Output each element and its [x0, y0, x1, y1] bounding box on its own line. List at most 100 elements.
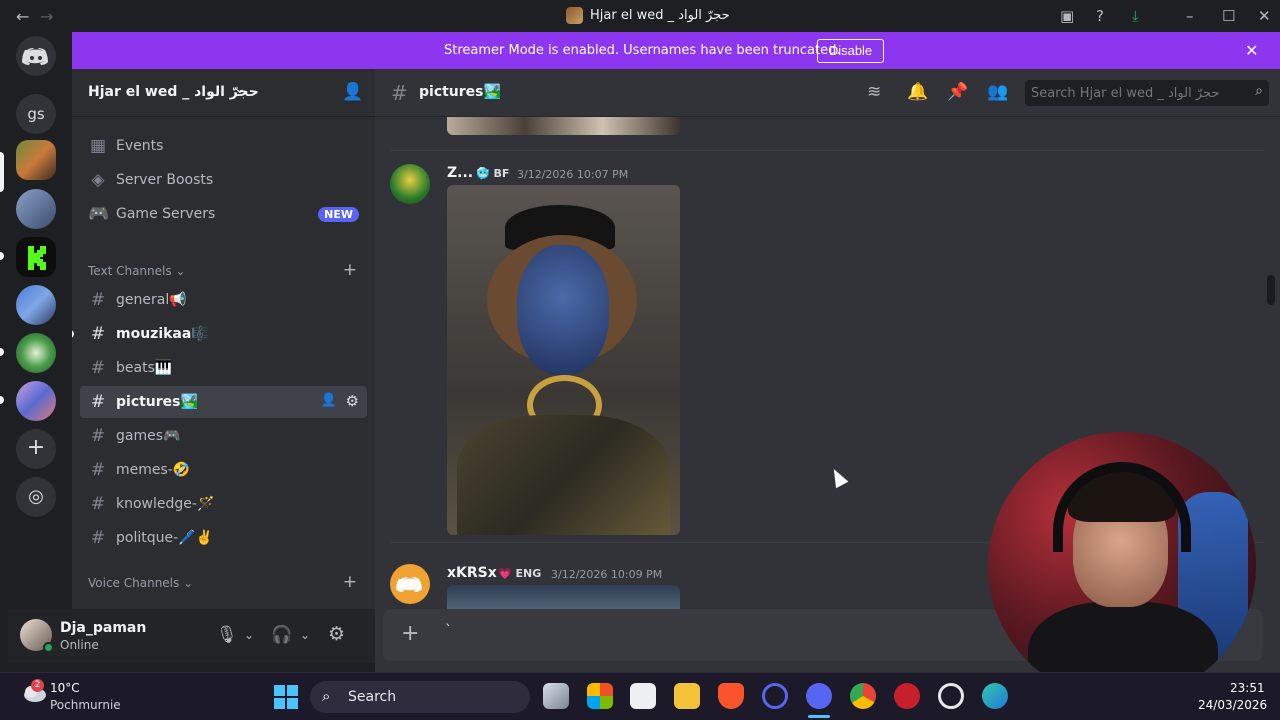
task-view-icon[interactable] — [543, 683, 569, 709]
pin-icon[interactable]: 📌 — [947, 82, 968, 102]
back-arrow-icon[interactable]: ← — [16, 7, 29, 26]
weather-description: Pochmurnie — [50, 698, 121, 712]
channel-title: pictures🏞️ — [419, 84, 501, 100]
weather-badge: 2 — [31, 679, 44, 692]
server-kick[interactable] — [16, 237, 56, 277]
server-header[interactable]: Hjar el wed _ حجرّ الواد ⌄ 👤 — [72, 69, 375, 117]
server-hjar-el-wed[interactable] — [16, 140, 56, 180]
sidebar-item-events[interactable]: ▦ Events — [80, 130, 367, 162]
chevron-down-icon[interactable]: ⌄ — [244, 628, 254, 642]
threads-icon[interactable]: ≋ — [867, 82, 881, 102]
add-channel-icon[interactable]: + — [343, 260, 357, 280]
add-voice-channel-icon[interactable]: + — [343, 572, 357, 592]
message-author[interactable]: xKRSx — [447, 565, 497, 581]
clock-time[interactable]: 23:51 — [1230, 681, 1265, 695]
channel-politque[interactable]: # politque-🖊️✌️ — [80, 522, 367, 554]
server-icon-6[interactable] — [16, 381, 56, 421]
unread-pill — [0, 348, 4, 356]
sidebar-item-game-servers[interactable]: 🎮 Game Servers NEW — [80, 198, 367, 230]
avatar[interactable] — [390, 164, 430, 204]
inbox-icon[interactable]: ▣ — [1060, 7, 1074, 25]
hash-icon: # — [90, 290, 106, 310]
help-icon[interactable]: ? — [1096, 7, 1104, 25]
channel-general[interactable]: # general📢 — [80, 284, 367, 316]
minimize-icon[interactable]: – — [1186, 7, 1194, 25]
clock-date[interactable]: 24/03/2026 — [1198, 698, 1267, 712]
bell-icon[interactable]: 🔔 — [907, 82, 928, 102]
members-icon[interactable]: 👥 — [987, 82, 1008, 102]
channel-mouzikaa[interactable]: # mouzikaa🎼 — [72, 318, 367, 350]
chevron-down-icon[interactable]: ⌄ — [234, 81, 246, 97]
discord-taskbar-icon[interactable] — [806, 683, 832, 709]
gear-icon[interactable]: ⚙ — [346, 392, 359, 410]
channel-memes[interactable]: # memes-🤣 — [80, 454, 367, 486]
image-attachment[interactable] — [447, 117, 680, 135]
unread-pill — [0, 252, 4, 260]
unread-pill — [0, 396, 4, 404]
taskbar-search[interactable]: ⌕ Search — [310, 681, 530, 713]
microsoft-store-icon[interactable] — [630, 683, 656, 709]
download-icon[interactable]: ⤓ — [1132, 7, 1139, 25]
discover-icon[interactable]: ◎ — [16, 477, 56, 517]
maximize-icon[interactable]: ☐ — [1222, 7, 1235, 25]
app-icon-red[interactable] — [894, 683, 920, 709]
image-attachment[interactable] — [447, 185, 680, 535]
disable-button[interactable]: Disable — [817, 39, 884, 63]
sidebar-item-server-boosts[interactable]: ◈ Server Boosts — [80, 164, 367, 196]
chrome-icon[interactable] — [850, 683, 876, 709]
hash-icon: # — [391, 81, 408, 105]
search-input[interactable] — [1031, 84, 1241, 102]
close-window-icon[interactable]: ✕ — [1258, 7, 1271, 25]
file-explorer-icon[interactable] — [674, 683, 700, 709]
unread-indicator — [72, 330, 74, 338]
edge-icon[interactable] — [982, 683, 1008, 709]
sidebar-item-label: Events — [116, 138, 164, 154]
brave-icon[interactable] — [718, 683, 744, 709]
microphone-icon[interactable]: 🎙 — [216, 625, 238, 645]
voice-channels-category[interactable]: Voice Channels ⌄ — [88, 576, 193, 590]
close-icon[interactable]: ✕ — [1245, 41, 1258, 60]
channel-knowledge[interactable]: # knowledge-🪄 — [80, 488, 367, 520]
streamer-mode-banner: Streamer Mode is enabled. Usernames have… — [72, 32, 1280, 69]
text-channels-category[interactable]: Text Channels ⌄ — [88, 264, 185, 278]
avatar[interactable] — [390, 564, 430, 604]
hash-icon: # — [90, 358, 106, 378]
hash-icon: # — [90, 460, 106, 480]
channel-pictures[interactable]: # pictures🏞️ 👤 ⚙ — [80, 386, 367, 418]
hash-icon: # — [90, 426, 106, 446]
server-icon-5[interactable] — [16, 333, 56, 373]
store-icon[interactable] — [587, 683, 613, 709]
windows-start-icon[interactable] — [274, 685, 298, 709]
channel-label: knowledge-🪄 — [116, 496, 215, 512]
scrollbar[interactable] — [1267, 275, 1275, 305]
app-icon[interactable] — [762, 683, 788, 709]
sidebar-item-label: Game Servers — [116, 206, 216, 222]
message-author[interactable]: Z... — [447, 165, 473, 181]
hash-icon: # — [90, 528, 106, 548]
channel-beats[interactable]: # beats🎹 — [80, 352, 367, 384]
guild-tag: 🥶 BF — [476, 167, 510, 180]
taskbar-search-label: Search — [348, 689, 397, 705]
windows-taskbar: 2 10°C Pochmurnie ⌕ Search 23:51 24/03/2… — [0, 672, 1280, 720]
channel-games[interactable]: # games🎮 — [80, 420, 367, 452]
channel-label: beats🎹 — [116, 360, 173, 376]
forward-arrow-icon[interactable]: → — [40, 7, 53, 26]
gear-icon[interactable]: ⚙ — [328, 623, 345, 645]
invite-icon[interactable]: 👤 — [321, 393, 337, 408]
search-box[interactable]: ⌕ — [1025, 80, 1269, 106]
discord-home-icon[interactable] — [16, 36, 56, 76]
obs-icon[interactable] — [938, 683, 964, 709]
attach-plus-icon[interactable]: + — [401, 621, 419, 646]
server-gs[interactable]: gs — [16, 94, 56, 134]
message-input[interactable]: ` — [445, 623, 452, 639]
username[interactable]: Dja_paman — [60, 620, 146, 636]
add-server-icon[interactable]: + — [16, 429, 56, 469]
image-attachment[interactable] — [447, 585, 680, 609]
weather-icon[interactable]: 2 — [22, 679, 48, 704]
channel-label: mouzikaa🎼 — [116, 326, 209, 342]
headphones-icon[interactable]: 🎧 — [271, 625, 292, 645]
invite-icon[interactable]: 👤 — [342, 82, 363, 102]
server-icon-2[interactable] — [16, 189, 56, 229]
chevron-down-icon[interactable]: ⌄ — [300, 628, 310, 642]
server-icon-4[interactable] — [16, 285, 56, 325]
